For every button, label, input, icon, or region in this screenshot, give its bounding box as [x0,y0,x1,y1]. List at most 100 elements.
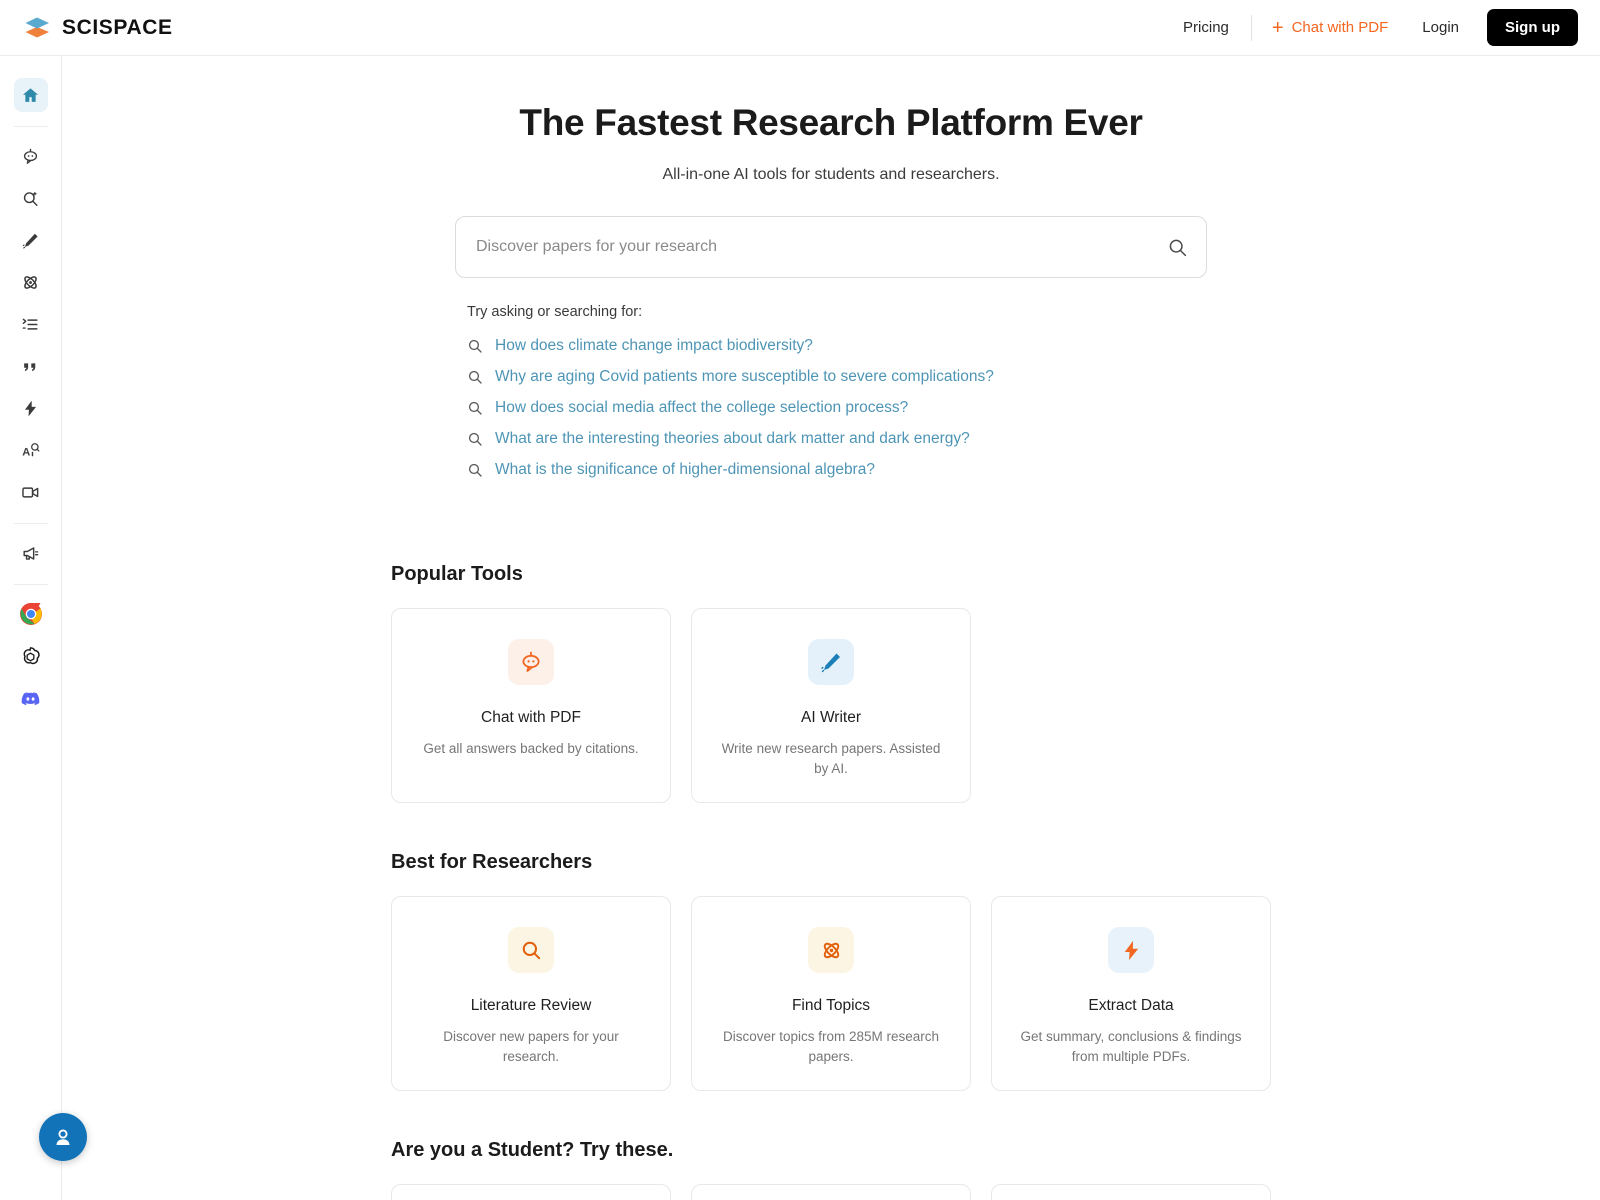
section-heading: Best for Researchers [391,851,593,874]
search-submit-button[interactable] [1162,232,1192,262]
sidebar-item-quick-actions[interactable] [14,391,48,425]
tool-card-find-topics[interactable]: Find Topics Discover topics from 285M re… [691,896,971,1092]
search-icon [468,432,482,446]
sidebar-item-citations[interactable] [14,349,48,383]
search-section [455,216,1207,278]
tool-card-literature-review[interactable]: Literature Review Discover new papers fo… [391,896,671,1092]
sidebar-item-home[interactable] [13,78,48,112]
suggestion-item[interactable]: What are the interesting theories about … [467,423,1207,454]
atom-icon [24,275,37,289]
list-indent-icon [22,318,38,330]
pencil-icon [821,653,840,673]
card-title: Literature Review [470,997,592,1015]
sidebar-item-find-topics[interactable] [14,265,48,299]
suggestion-item[interactable]: Why are aging Covid patients more suscep… [467,361,1207,392]
sidebar-item-announcements[interactable] [14,536,48,570]
card-description: Discover topics from 285M research paper… [722,1029,940,1064]
card-description: Discover new papers for your research. [443,1029,619,1064]
suggestions-section: Try asking or searching for: How does cl… [455,304,1207,485]
tool-card-extract-data[interactable]: Extract Data Get summary, conclusions & … [991,896,1271,1092]
suggestions-label: Try asking or searching for: [467,304,643,320]
search-icon [522,941,540,959]
search-input[interactable] [456,238,1206,256]
brand-logo[interactable]: SCISPACE [22,13,173,43]
sidebar-item-ai-writer[interactable] [14,223,48,257]
card-icon-chip [1108,927,1154,974]
quote-icon [24,362,36,371]
section-students: Are you a Student? Try these. [391,1139,1271,1200]
tool-card-ai-writer[interactable]: AI Writer Write new research papers. Ass… [691,608,971,804]
sidebar-item-openai[interactable] [14,639,48,673]
sidebar-divider-1 [13,126,48,127]
main-content: The Fastest Research Platform Ever All-i… [62,56,1600,1200]
megaphone-icon [23,546,39,560]
sidebar-item-chat[interactable] [14,139,48,173]
lightning-icon [24,400,37,416]
suggestion-item[interactable]: What is the significance of higher-dimen… [467,454,1207,485]
pricing-link[interactable]: Pricing [1165,19,1247,36]
sidebar-item-discord[interactable] [14,681,48,715]
suggestion-item[interactable]: How does climate change impact biodivers… [467,330,1207,361]
suggestion-label: How does climate change impact biodivers… [495,336,813,354]
card-icon-chip [508,927,554,974]
tool-card-student-1[interactable] [391,1184,671,1200]
card-title: Find Topics [791,997,871,1015]
left-sidebar: A [0,56,62,1200]
tool-card-student-3[interactable] [991,1184,1271,1200]
search-icon [468,401,482,415]
search-box[interactable] [455,216,1207,278]
hero-section: The Fastest Research Platform Ever All-i… [62,56,1600,184]
support-chat-button[interactable] [39,1113,87,1161]
support-person-icon [56,1129,70,1145]
header-divider [1250,14,1252,41]
sidebar-item-literature-review[interactable] [14,181,48,215]
chat-bot-icon [522,651,540,672]
sidebar-item-ai-detector[interactable]: A [14,433,48,467]
pencil-icon [22,233,38,249]
sidebar-divider-2 [13,523,48,524]
chrome-icon [19,603,42,625]
section-popular-tools: Popular Tools Chat with PDF Get all answ [391,563,1271,804]
card-title: AI Writer [801,709,861,726]
chat-bot-icon [23,148,38,164]
openai-icon [23,646,40,664]
search-icon [468,339,482,353]
card-description: Get summary, conclusions & findings from… [1020,1029,1242,1064]
discord-icon [21,691,40,705]
card-description: Write new research papers. Assisted by A… [721,741,941,776]
plus-icon: + [1271,16,1284,39]
top-header: SCISPACE Pricing + Chat with PDF Login S… [0,0,1600,56]
section-heading: Popular Tools [391,563,523,585]
card-grid [391,1184,1271,1200]
signup-button[interactable]: Sign up [1487,9,1578,46]
chat-with-pdf-button[interactable]: + Chat with PDF [1256,18,1404,38]
search-icon [1169,239,1186,256]
card-icon-chip [808,639,854,685]
search-icon [468,370,482,384]
brand-name: SCISPACE [62,15,173,39]
stacked-layers-logo-icon [22,13,52,43]
sidebar-item-video[interactable] [14,475,48,509]
card-title: Chat with PDF [481,709,581,726]
card-grid: Literature Review Discover new papers fo… [391,896,1271,1092]
suggestion-item[interactable]: How does social media affect the college… [467,392,1207,423]
card-description: Get all answers backed by citations. [423,741,639,756]
sidebar-item-chrome-extension[interactable] [14,597,48,631]
sidebar-item-extract[interactable] [14,307,48,341]
page-title: The Fastest Research Platform Ever [519,102,1143,143]
tool-card-chat-with-pdf[interactable]: Chat with PDF Get all answers backed by … [391,608,671,804]
home-icon [22,87,39,102]
suggestion-label: Why are aging Covid patients more suscep… [495,367,994,385]
suggestion-label: What is the significance of higher-dimen… [495,460,875,478]
atom-icon [823,942,839,958]
tool-card-student-2[interactable] [691,1184,971,1200]
ai-text-icon: A [22,442,40,458]
card-title: Extract Data [1088,997,1174,1015]
search-icon [468,463,482,477]
section-best-for-researchers: Best for Researchers Literature Review D… [391,851,1271,1092]
lightning-icon [1124,940,1138,960]
header-actions: Pricing + Chat with PDF Login Sign up [1165,9,1578,46]
login-link[interactable]: Login [1404,19,1477,36]
tool-sections: Popular Tools Chat with PDF Get all answ [391,563,1271,1200]
suggestion-label: How does social media affect the college… [495,398,909,416]
